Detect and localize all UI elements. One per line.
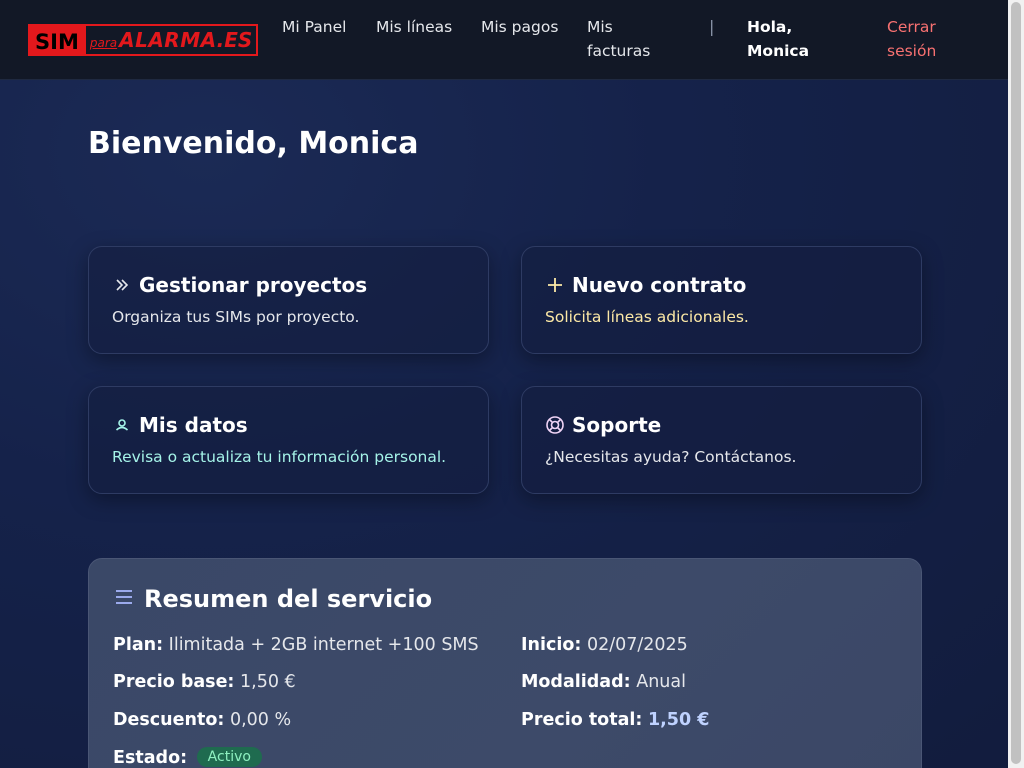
page-scrollbar[interactable] bbox=[1008, 0, 1024, 768]
plus-icon bbox=[544, 274, 566, 296]
summary-total: Precio total: 1,50 € bbox=[521, 710, 709, 730]
logo-alarma-text: ALARMA bbox=[119, 28, 217, 52]
service-summary-panel: Resumen del servicio Plan: Ilimitada + 2… bbox=[88, 558, 922, 768]
nav-mis-facturas[interactable]: Mis facturas bbox=[587, 15, 667, 63]
summary-mode: Modalidad: Anual bbox=[521, 672, 686, 692]
summary-title: Resumen del servicio bbox=[144, 585, 433, 613]
logo-sim-text: SIM bbox=[28, 24, 86, 56]
card-title: Nuevo contrato bbox=[572, 273, 747, 297]
card-description: Solicita líneas adicionales. bbox=[545, 308, 749, 326]
summary-start: Inicio: 02/07/2025 bbox=[521, 635, 688, 655]
nav-mi-panel[interactable]: Mi Panel bbox=[282, 15, 362, 39]
plan-label: Plan: bbox=[113, 635, 164, 655]
logo-wordmark: para ALARMA .ES bbox=[85, 24, 259, 56]
scrollbar-thumb[interactable] bbox=[1011, 2, 1021, 764]
status-label: Estado: bbox=[113, 748, 188, 768]
total-label: Precio total: bbox=[521, 710, 643, 730]
user-icon bbox=[111, 414, 133, 436]
summary-base-price: Precio base: 1,50 € bbox=[113, 672, 296, 692]
card-gestionar-proyectos[interactable]: Gestionar proyectos Organiza tus SIMs po… bbox=[88, 246, 489, 354]
top-navbar: SIM para ALARMA .ES Mi Panel Mis líneas … bbox=[0, 0, 1008, 80]
card-title: Gestionar proyectos bbox=[139, 273, 368, 297]
card-description: Revisa o actualiza tu información person… bbox=[112, 448, 447, 466]
nav-mis-lineas[interactable]: Mis líneas bbox=[376, 15, 456, 39]
lifebuoy-icon bbox=[544, 414, 566, 436]
card-title: Mis datos bbox=[139, 413, 248, 437]
logo-para-text: para bbox=[89, 36, 118, 50]
status-badge: Activo bbox=[196, 747, 262, 767]
base-price-label: Precio base: bbox=[113, 672, 235, 692]
page-title: Bienvenido, Monica bbox=[88, 126, 419, 161]
mode-value: Anual bbox=[636, 672, 686, 692]
double-chevron-right-icon bbox=[111, 274, 133, 296]
logout-link[interactable]: Cerrar sesión bbox=[887, 15, 967, 63]
discount-label: Descuento: bbox=[113, 710, 225, 730]
base-price-value: 1,50 € bbox=[240, 672, 296, 692]
card-description: ¿Necesitas ayuda? Contáctanos. bbox=[545, 448, 797, 466]
start-value: 02/07/2025 bbox=[586, 635, 688, 655]
user-greeting: Hola, Monica bbox=[747, 18, 810, 60]
nav-separator: | bbox=[709, 17, 715, 36]
summary-status: Estado: Activo bbox=[113, 747, 262, 768]
plan-value: Ilimitada + 2GB internet +100 SMS bbox=[168, 635, 479, 655]
card-soporte[interactable]: Soporte ¿Necesitas ayuda? Contáctanos. bbox=[521, 386, 922, 494]
mode-label: Modalidad: bbox=[521, 672, 631, 692]
discount-value: 0,00 % bbox=[229, 710, 292, 730]
logo-es-text: .ES bbox=[216, 28, 253, 52]
brand-logo[interactable]: SIM para ALARMA .ES bbox=[28, 22, 276, 58]
total-value: 1,50 € bbox=[647, 710, 710, 730]
summary-discount: Descuento: 0,00 % bbox=[113, 710, 291, 730]
card-mis-datos[interactable]: Mis datos Revisa o actualiza tu informac… bbox=[88, 386, 489, 494]
card-description: Organiza tus SIMs por proyecto. bbox=[112, 308, 360, 326]
menu-lines-icon bbox=[114, 588, 134, 610]
card-nuevo-contrato[interactable]: Nuevo contrato Solicita líneas adicional… bbox=[521, 246, 922, 354]
summary-plan: Plan: Ilimitada + 2GB internet +100 SMS bbox=[113, 635, 479, 655]
card-title: Soporte bbox=[572, 413, 662, 437]
nav-mis-pagos[interactable]: Mis pagos bbox=[481, 15, 561, 39]
start-label: Inicio: bbox=[521, 635, 582, 655]
